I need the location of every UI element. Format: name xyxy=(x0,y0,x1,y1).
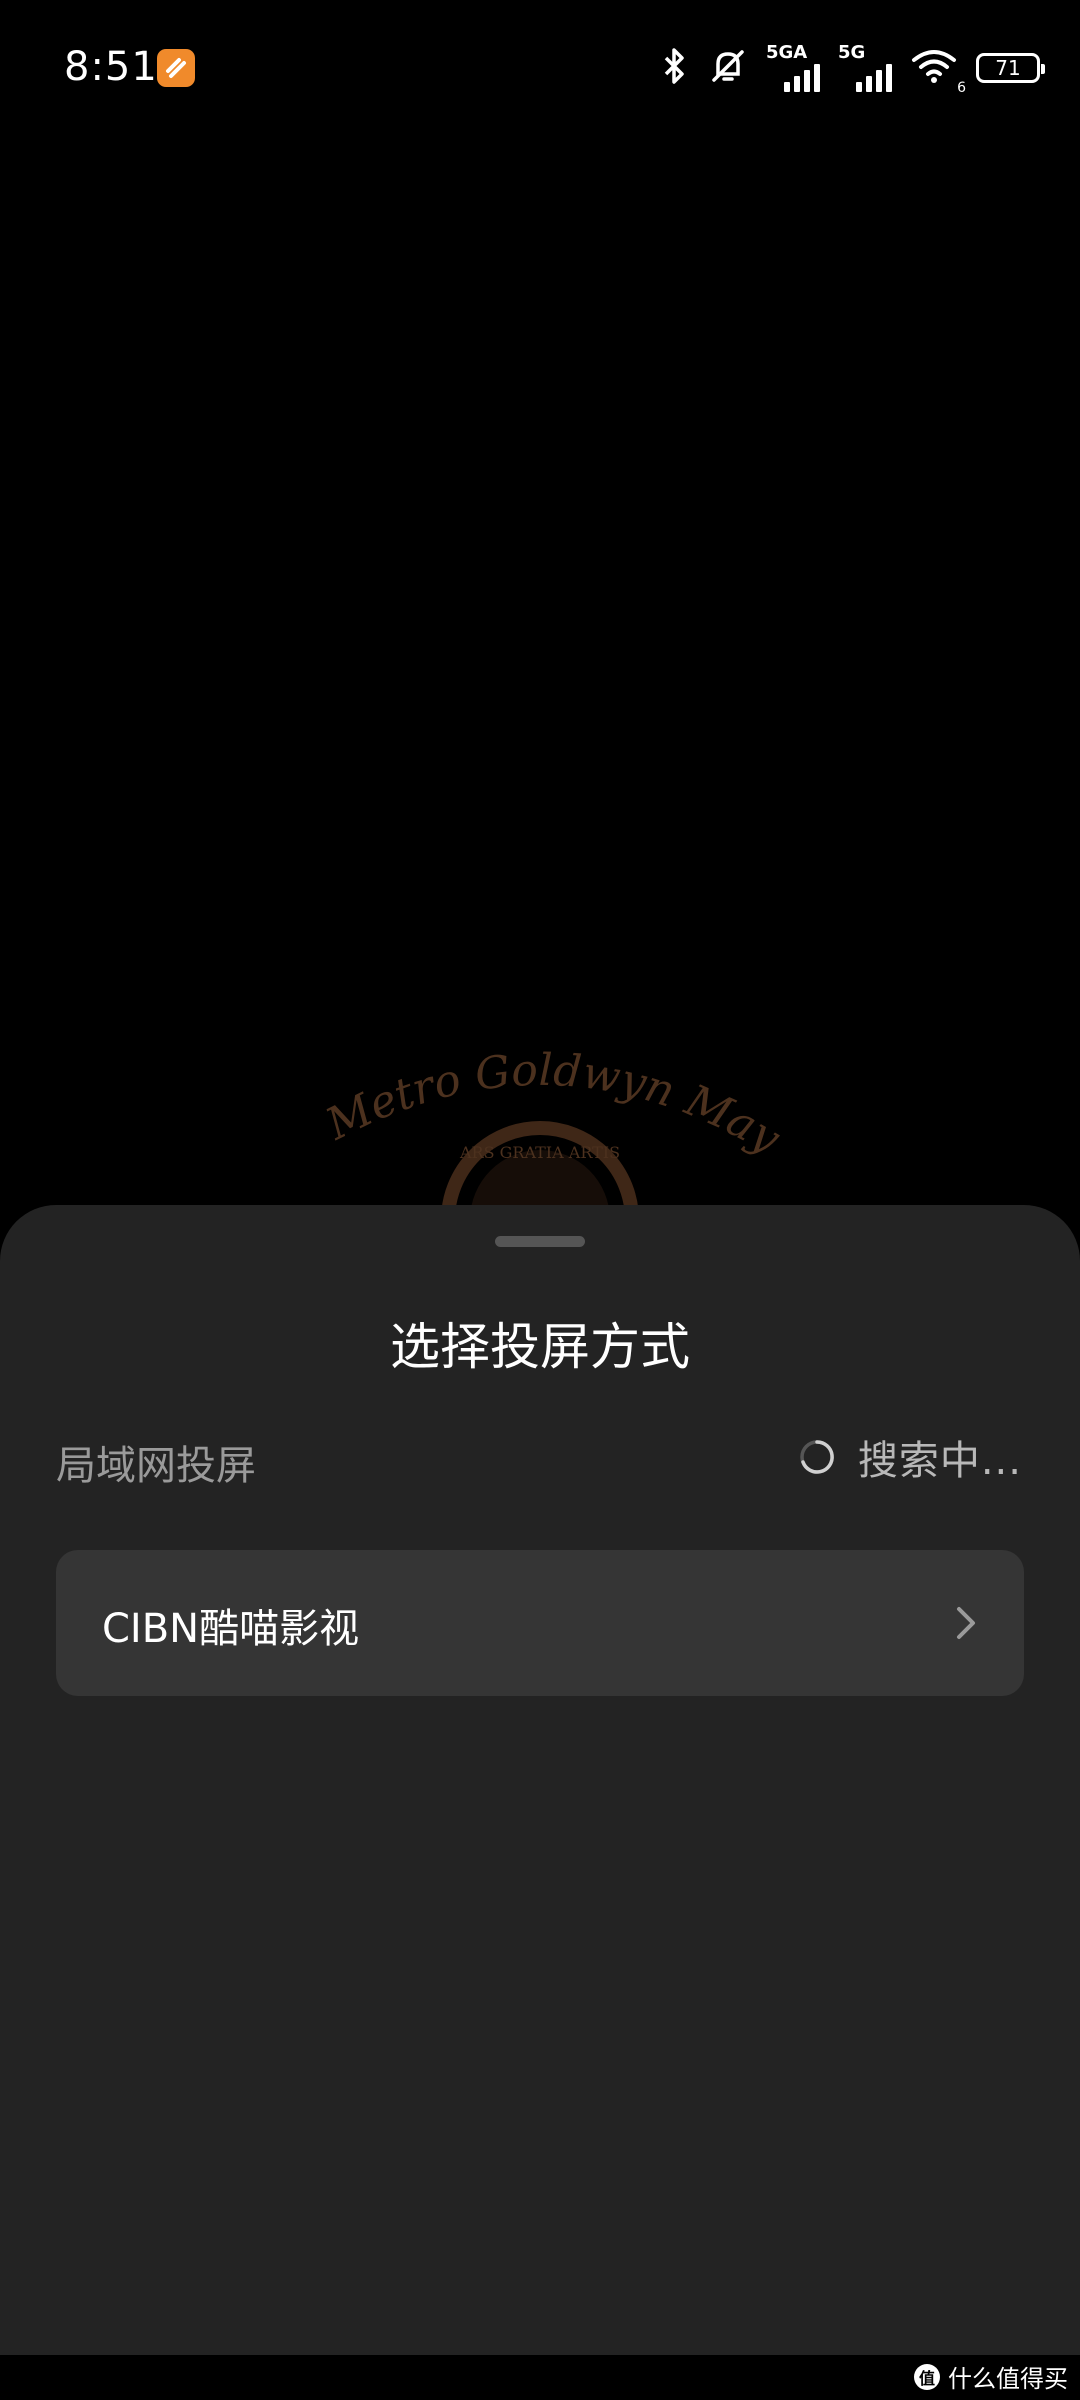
watermark-text: 什么值得买 xyxy=(948,2365,1068,2393)
mute-bell-icon xyxy=(708,46,748,90)
search-status: 搜索中... xyxy=(798,1429,1022,1485)
battery-icon: 71 xyxy=(976,53,1045,83)
device-item-cibn[interactable]: CIBN酷喵影视 xyxy=(56,1550,1024,1696)
sheet-title: 选择投屏方式 xyxy=(390,1318,690,1376)
lan-cast-label: 局域网投屏 xyxy=(56,1443,256,1489)
bluetooth-icon xyxy=(658,46,690,90)
system-icons: 5GA 5G 6 71 xyxy=(658,42,1045,96)
watermark: 值 什么值得买 xyxy=(914,2359,1068,2394)
battery-level: 71 xyxy=(995,56,1021,80)
searching-text: 搜索中... xyxy=(857,1438,1022,1484)
device-name: CIBN酷喵影视 xyxy=(102,1606,360,1652)
signal-icon: 5GA xyxy=(766,42,820,92)
wifi-badge: 6 xyxy=(957,80,966,96)
footer-strip: 值 什么值得买 xyxy=(0,2355,1080,2400)
loading-spinner-icon xyxy=(798,1438,836,1476)
signal1-label: 5GA xyxy=(766,42,808,63)
signal2-label: 5G xyxy=(838,42,866,63)
signal-icon-2: 5G xyxy=(838,42,892,92)
chevron-right-icon xyxy=(954,1601,978,1645)
sheet-drag-handle[interactable] xyxy=(495,1236,585,1247)
logo-ribbon: ARS GRATIA ARTIS xyxy=(459,1143,620,1162)
clock: 8:51 xyxy=(64,44,158,90)
watermark-badge-icon: 值 xyxy=(914,2363,940,2390)
notification-app-icon xyxy=(157,49,195,87)
status-bar: 8:51 5GA 5G 6 71 xyxy=(0,0,1080,140)
wifi-icon: 6 xyxy=(910,46,966,96)
background-logo: Metro Goldwyn Mayer ARS GRATIA ARTIS xyxy=(287,990,789,1319)
cast-bottom-sheet: 选择投屏方式 局域网投屏 搜索中... CIBN酷喵影视 xyxy=(0,1205,1080,2355)
